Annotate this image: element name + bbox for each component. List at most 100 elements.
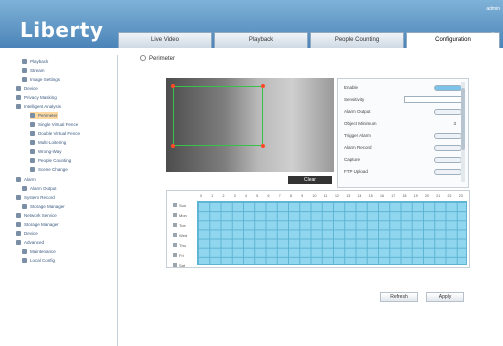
sidebar-item-9[interactable]: Multi-Loitering	[30, 139, 66, 146]
sidebar-item-18[interactable]: Storage Manager	[16, 221, 59, 228]
setting-label: Enable	[344, 85, 359, 90]
top-banner: Liberty admin Live Video Playback People…	[0, 0, 503, 48]
sidebar-item-label: Privacy Masking	[24, 95, 57, 100]
day-label[interactable]: Fri	[173, 251, 195, 261]
sidebar-item-17[interactable]: Network Service	[16, 212, 57, 219]
hour-label: 1	[211, 194, 214, 198]
hour-label: 10	[312, 194, 317, 198]
object-minimum-value[interactable]: 3	[453, 119, 456, 129]
setting-label: Capture	[344, 157, 361, 162]
tab-people-counting[interactable]: People Counting	[310, 32, 404, 48]
sidebar-item-2[interactable]: Image Settings	[22, 76, 60, 83]
sidebar-item-12[interactable]: Scene Change	[30, 166, 68, 173]
tab-live-video[interactable]: Live Video	[118, 32, 212, 48]
sidebar-item-21[interactable]: Maintenance	[22, 248, 56, 255]
day-label[interactable]: Sun	[173, 201, 195, 211]
maintenance-icon	[22, 249, 27, 254]
hour-label: 18	[402, 194, 407, 198]
hour-label: 12	[335, 194, 339, 198]
hour-label: 3	[233, 194, 236, 198]
tab-playback[interactable]: Playback	[214, 32, 308, 48]
zone-point[interactable]	[261, 144, 265, 148]
sidebar-item-3[interactable]: Device	[16, 85, 38, 92]
copy-icon	[173, 203, 177, 207]
apply-button[interactable]: Apply	[426, 292, 464, 302]
day-label[interactable]: Tue	[173, 221, 195, 231]
sidebar-item-label: Network Service	[24, 213, 57, 218]
sidebar-item-5[interactable]: Intelligent Analysis	[16, 103, 61, 110]
hour-label: 4	[245, 194, 247, 198]
setting-label: FTP Upload	[344, 169, 368, 174]
alarm-record-toggle[interactable]	[434, 145, 462, 151]
settings-scrollbar[interactable]	[461, 82, 465, 182]
sidebar-item-20[interactable]: Advanced	[16, 239, 44, 246]
device-icon	[16, 86, 21, 91]
sidebar-item-1[interactable]: Stream	[22, 67, 45, 74]
hour-label: 13	[346, 194, 351, 198]
copy-icon	[173, 263, 177, 267]
sidebar-item-13[interactable]: Alarm	[16, 176, 36, 183]
settings-icon[interactable]: ⚙	[485, 28, 501, 44]
sidebar-item-label: Device	[24, 231, 38, 236]
logo: Liberty	[20, 18, 104, 42]
schedule-grid[interactable]	[197, 201, 467, 265]
sidebar-item-11[interactable]: People Counting	[30, 157, 71, 164]
sidebar-item-14[interactable]: Alarm Output	[22, 185, 57, 192]
zone-point[interactable]	[171, 84, 175, 88]
sidebar-item-22[interactable]: Local Config	[22, 257, 55, 264]
sidebar-item-label: People Counting	[38, 158, 72, 163]
hour-label: 15	[368, 194, 373, 198]
sidebar-item-4[interactable]: Privacy Masking	[16, 94, 57, 101]
sidebar: Playback Stream Image Settings Device Pr…	[12, 55, 118, 346]
setting-row-alarm-output: Alarm Output	[344, 107, 462, 117]
sidebar-item-label: Image Settings	[30, 77, 61, 82]
sidebar-item-6[interactable]: Perimeter	[30, 112, 58, 119]
analysis-icon	[16, 104, 21, 109]
perimeter-icon	[30, 113, 35, 118]
sensitivity-select[interactable]	[404, 96, 462, 103]
local-config-icon	[22, 258, 27, 263]
image-icon	[22, 77, 27, 82]
sidebar-item-7[interactable]: Single Virtual Fence	[30, 121, 78, 128]
detection-zone[interactable]	[173, 86, 263, 146]
alarm-icon	[16, 177, 21, 182]
page-title: Perimeter	[149, 56, 176, 62]
scrollbar-thumb[interactable]	[461, 88, 465, 150]
sidebar-item-8[interactable]: Double Virtual Fence	[30, 130, 80, 137]
day-label[interactable]: Thu	[173, 241, 195, 251]
sidebar-item-label: Storage Manager	[24, 222, 59, 227]
folder-icon	[22, 59, 27, 64]
ftp-upload-toggle[interactable]	[434, 169, 462, 175]
sidebar-item-10[interactable]: Wrong-Way	[30, 148, 62, 155]
copy-icon	[173, 223, 177, 227]
sidebar-item-label: Maintenance	[30, 249, 56, 254]
alarm-output-toggle[interactable]	[434, 109, 462, 115]
refresh-button[interactable]: Refresh	[380, 292, 418, 302]
sidebar-item-0[interactable]: Playback	[22, 58, 48, 65]
sidebar-item-15[interactable]: System Record	[16, 194, 55, 201]
sidebar-item-16[interactable]: Storage Manager	[22, 203, 65, 210]
device2-icon	[16, 231, 21, 236]
day-label[interactable]: Mon	[173, 211, 195, 221]
hour-label: 21	[436, 194, 441, 198]
hour-header: 0 1 2 3 4 5 6 7 8 9 10 11 12 13 14 15 16 17 18 19 20 21 22 23	[197, 193, 467, 201]
sidebar-item-label: Double Virtual Fence	[38, 131, 80, 136]
copy-icon	[173, 233, 177, 237]
capture-toggle[interactable]	[434, 157, 462, 163]
zone-point[interactable]	[171, 144, 175, 148]
day-text: Sat	[179, 263, 186, 268]
setting-label: Trigger Alarm	[344, 133, 371, 138]
hour-label: 8	[290, 194, 292, 198]
sidebar-item-19[interactable]: Device	[16, 230, 38, 237]
day-label[interactable]: Sat	[173, 261, 195, 271]
day-label[interactable]: Wed	[173, 231, 195, 241]
zone-point[interactable]	[261, 84, 265, 88]
clear-button[interactable]: Clear	[288, 176, 332, 184]
enable-toggle[interactable]	[434, 85, 462, 91]
user-label[interactable]: admin	[486, 6, 500, 12]
hour-label: 22	[447, 194, 452, 198]
trigger-alarm-toggle[interactable]	[434, 133, 462, 139]
hour-label: 9	[301, 194, 304, 198]
sidebar-item-label: Storage Manager	[30, 204, 65, 209]
schedule-grid-panel: 0 1 2 3 4 5 6 7 8 9 10 11 12 13 14 15 16 17 18 19 20 21 22 23 S…	[166, 190, 470, 268]
